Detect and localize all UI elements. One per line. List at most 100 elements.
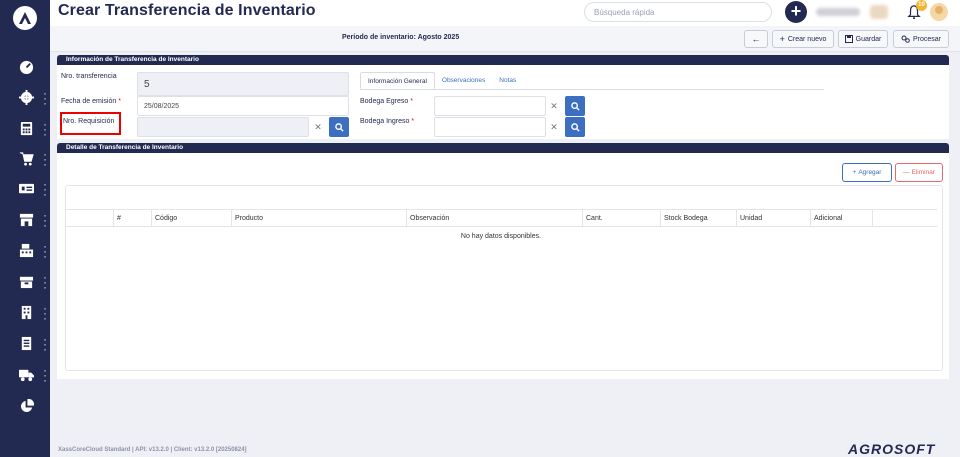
info-tabs: Información General Observaciones Notas — [360, 72, 824, 90]
brand-logo: AGROSOFT — [848, 441, 936, 457]
version-info: XassCoreCloud Standard | API: v13.2.0 | … — [58, 447, 247, 453]
create-new-label: Crear nuevo — [787, 35, 827, 43]
top-header: Crear Transferencia de Inventario Búsque… — [50, 0, 960, 26]
more-icon[interactable]: · · · — [43, 240, 47, 262]
empty-table-message: No hay datos disponibles. — [460, 233, 542, 240]
calculator-icon — [20, 121, 33, 136]
search-requisition-button[interactable] — [329, 117, 349, 137]
user-name[interactable] — [816, 8, 860, 16]
search-icon — [570, 122, 580, 132]
quick-search-input[interactable]: Búsqueda rápida — [584, 2, 772, 22]
transfer-number-field: 5 — [137, 72, 349, 96]
search-icon — [570, 101, 580, 111]
save-icon — [844, 35, 853, 43]
detail-panel-header: Detalle de Transferencia de Inventario — [57, 143, 949, 153]
pie-chart-icon — [20, 399, 34, 413]
process-label: Procesar — [912, 35, 941, 43]
create-new-button[interactable]: + Crear nuevo — [772, 30, 834, 48]
arrow-left-icon: ← — [751, 33, 761, 44]
sidebar-item-reports[interactable] — [0, 396, 50, 418]
app-logo-icon[interactable] — [13, 6, 37, 30]
minus-icon: — — [903, 169, 910, 176]
close-icon: ✕ — [314, 121, 322, 132]
more-icon[interactable]: · · · — [43, 87, 47, 109]
page-title: Crear Transferencia de Inventario — [58, 2, 316, 19]
more-icon[interactable]: · · · — [43, 209, 47, 231]
save-button[interactable]: Guardar — [838, 30, 888, 48]
search-icon — [334, 122, 344, 132]
delete-button[interactable]: — Eliminar — [895, 163, 943, 182]
requisition-highlight-box — [60, 112, 121, 135]
gears-icon — [901, 35, 910, 43]
column-header[interactable]: Adicional — [810, 210, 872, 227]
clear-destination-button[interactable]: ✕ — [544, 117, 564, 137]
more-icon[interactable]: · · · — [43, 364, 47, 386]
avatar[interactable] — [930, 3, 948, 21]
more-icon[interactable]: · · · — [43, 333, 47, 355]
box-icon — [19, 276, 34, 289]
clear-requisition-button[interactable]: ✕ — [308, 117, 328, 137]
tab-general-info[interactable]: Información General — [360, 72, 435, 89]
tab-notes[interactable]: Notas — [492, 72, 523, 89]
issue-date-label: Fecha de emisión * — [61, 98, 121, 105]
delete-label: Eliminar — [911, 169, 935, 176]
origin-warehouse-label: Bodega Egreso * — [360, 98, 413, 105]
close-icon: ✕ — [550, 121, 558, 132]
destination-warehouse-field[interactable] — [434, 117, 546, 137]
process-button[interactable]: Procesar — [893, 30, 949, 48]
gear-icon — [19, 90, 34, 105]
search-destination-button[interactable] — [565, 117, 585, 137]
close-icon: ✕ — [550, 100, 558, 111]
column-header[interactable]: # — [113, 210, 151, 227]
add-button[interactable]: + Agregar — [842, 163, 892, 182]
more-icon[interactable]: · · · — [43, 148, 47, 170]
sidebar-item-inventory[interactable]: · · · — [0, 271, 50, 293]
add-label: Agregar — [858, 169, 882, 176]
column-header[interactable]: Stock Bodega — [660, 210, 736, 227]
sidebar-item-settings[interactable]: · · · — [0, 87, 50, 109]
search-origin-button[interactable] — [565, 96, 585, 116]
sidebar-item-pos[interactable]: · · · — [0, 240, 50, 262]
sidebar-item-documents[interactable]: · · · — [0, 333, 50, 355]
dashboard-icon — [19, 60, 34, 74]
sidebar-item-accounting[interactable]: · · · — [0, 118, 50, 140]
column-header[interactable]: Producto — [231, 210, 406, 227]
transfer-number-label: Nro. transferencia — [61, 73, 117, 80]
building-icon — [21, 305, 32, 320]
notification-badge: 10 — [916, 0, 927, 11]
sidebar: · · · · · · · · · · · · · · · · · · · · · · · · · · · · · · — [0, 0, 50, 457]
sidebar-item-finance[interactable]: · · · — [0, 178, 50, 200]
document-icon — [21, 336, 32, 351]
table-header-row: # Código Producto Observación Cant. Stoc… — [65, 209, 937, 227]
tab-observations[interactable]: Observaciones — [435, 72, 492, 89]
user-role-badge — [870, 5, 888, 19]
column-header[interactable]: Observación — [406, 210, 582, 227]
more-icon[interactable]: · · · — [43, 178, 47, 200]
column-header-spacer — [872, 210, 937, 227]
sidebar-item-sales[interactable]: · · · — [0, 148, 50, 170]
column-header[interactable]: Código — [151, 210, 231, 227]
inventory-period-label: Período de inventario: Agosto 2025 — [342, 34, 460, 41]
more-icon[interactable]: · · · — [43, 118, 47, 140]
sidebar-item-dashboard[interactable] — [0, 56, 50, 78]
store-icon — [19, 213, 34, 227]
plus-icon: + — [779, 33, 785, 44]
sidebar-item-store[interactable]: · · · — [0, 209, 50, 231]
column-header[interactable]: Cant. — [582, 210, 660, 227]
back-button[interactable]: ← — [744, 30, 768, 48]
origin-warehouse-field[interactable] — [434, 96, 546, 116]
money-icon — [19, 183, 34, 194]
more-icon[interactable]: · · · — [43, 271, 47, 293]
destination-warehouse-label: Bodega Ingreso * — [360, 118, 415, 125]
clear-origin-button[interactable]: ✕ — [544, 96, 564, 116]
cart-icon — [19, 152, 34, 166]
column-header[interactable]: Unidad — [736, 210, 810, 227]
more-icon[interactable]: · · · — [43, 302, 47, 324]
sidebar-item-logistics[interactable]: · · · — [0, 364, 50, 386]
sidebar-item-company[interactable]: · · · — [0, 302, 50, 324]
quick-add-button[interactable]: + — [785, 1, 807, 23]
period-bar: Período de inventario: Agosto 2025 ← + C… — [50, 26, 960, 52]
requisition-number-field[interactable] — [137, 117, 309, 137]
issue-date-field[interactable]: 25/08/2025 — [137, 96, 349, 116]
truck-icon — [19, 369, 34, 382]
